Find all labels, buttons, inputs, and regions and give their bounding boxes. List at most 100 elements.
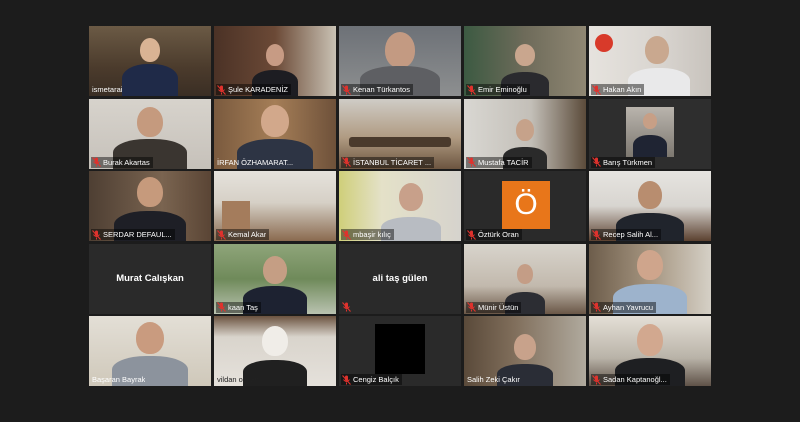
conference-table xyxy=(349,136,451,147)
participant-label: Recep Salih Al... xyxy=(591,229,662,240)
participant-name: SERDAR DEFAUL... xyxy=(103,230,172,239)
video-tile[interactable]: Barış Türkmen xyxy=(589,98,711,169)
video-tile[interactable]: Münir Üstün xyxy=(464,243,586,314)
video-tile[interactable]: ali taş gülen xyxy=(339,243,461,314)
participant-name: Kenan Türkantos xyxy=(353,85,410,94)
logo-icon xyxy=(595,34,613,52)
video-tile[interactable]: Burak Akartas xyxy=(89,98,211,169)
participant-name: kaan Taş xyxy=(228,302,258,312)
muted-mic-icon xyxy=(467,229,476,240)
participant-label: Kemal Akar xyxy=(216,229,270,240)
participant-label: Şule KARADENİZ xyxy=(216,84,292,95)
curtain xyxy=(222,201,250,231)
muted-mic-icon xyxy=(342,84,351,95)
participant-label: Öztürk Oran xyxy=(466,229,522,240)
muted-mic-icon xyxy=(217,84,226,95)
participant-name: ismetarai xyxy=(92,85,123,94)
video-tile[interactable]: ismetarai xyxy=(89,26,211,96)
participant-name: Cengiz Balçık xyxy=(353,375,399,384)
participant-label: mbaşir kılıç xyxy=(341,229,394,240)
participant-video xyxy=(514,334,536,360)
participant-video xyxy=(638,181,662,209)
participant-name: Kemal Akar xyxy=(228,230,267,239)
video-tile[interactable]: mbaşir kılıç xyxy=(339,171,461,241)
participant-name: Salih Zeki Çakır xyxy=(467,375,520,384)
video-tile[interactable]: Kemal Akar xyxy=(214,171,336,241)
participant-name: Burak Akartas xyxy=(103,157,150,167)
participant-label: İSTANBUL TİCARET ... xyxy=(341,156,435,168)
participant-video-body xyxy=(122,64,178,96)
participant-label: Hakan Akın xyxy=(591,84,645,95)
video-tile-active-speaker[interactable]: İRFAN ÖZHAMARAT... xyxy=(214,98,336,169)
video-tile[interactable]: vildan ozcan xyxy=(214,316,336,386)
muted-mic-icon xyxy=(217,302,226,312)
participant-label: Burak Akartas xyxy=(91,156,153,168)
participant-label xyxy=(341,302,354,313)
participant-video xyxy=(266,44,284,66)
participant-label: SERDAR DEFAUL... xyxy=(91,229,175,240)
video-tile[interactable]: Başaran Bayrak xyxy=(89,316,211,386)
video-tile[interactable]: Salih Zeki Çakır xyxy=(464,316,586,386)
video-tile[interactable]: kaan Taş xyxy=(214,243,336,314)
muted-mic-icon xyxy=(467,84,476,95)
participant-video xyxy=(637,324,663,356)
video-tile[interactable]: SERDAR DEFAUL... xyxy=(89,171,211,241)
video-tile[interactable]: Murat Calışkan xyxy=(89,243,211,314)
participant-video xyxy=(263,255,287,284)
participant-label: ismetarai xyxy=(91,84,125,95)
video-tile[interactable]: Hakan Akın xyxy=(589,26,711,96)
participant-label: Cengiz Balçık xyxy=(341,374,402,385)
muted-mic-icon xyxy=(592,84,601,95)
video-tile[interactable]: Emir Eminoğlu xyxy=(464,26,586,96)
participant-video xyxy=(626,106,674,157)
participant-name: Recep Salih Al... xyxy=(603,230,659,239)
video-tile[interactable]: Kenan Türkantos xyxy=(339,26,461,96)
participant-label: Ayhan Yavrucu xyxy=(591,301,657,313)
participant-name: İRFAN ÖZHAMARAT... xyxy=(217,157,294,167)
participant-name: Münir Üstün xyxy=(478,302,519,312)
participant-label: Sadan Kaptanoğl... xyxy=(591,374,670,385)
video-tile[interactable]: Cengiz Balçık xyxy=(339,316,461,386)
video-tile[interactable]: Mustafa TACİR xyxy=(464,98,586,169)
participant-name: Başaran Bayrak xyxy=(92,375,146,384)
video-tile[interactable]: Sadan Kaptanoğl... xyxy=(589,316,711,386)
participant-video xyxy=(136,322,164,354)
participant-name: Mustafa TACİR xyxy=(478,157,529,167)
muted-mic-icon xyxy=(92,229,101,240)
participant-video xyxy=(137,106,163,137)
video-tile[interactable]: Recep Salih Al... xyxy=(589,171,711,241)
video-off-placeholder xyxy=(375,324,425,374)
participant-video xyxy=(385,32,415,68)
video-gallery: ismetarai Şule KARADENİZ Kenan Türkantos… xyxy=(89,26,713,386)
participant-display-name: Murat Calışkan xyxy=(116,273,184,284)
participant-video xyxy=(137,177,163,207)
muted-mic-icon xyxy=(342,302,351,312)
muted-mic-icon xyxy=(592,302,601,312)
video-tile[interactable]: Ayhan Yavrucu xyxy=(589,243,711,314)
participant-label: Münir Üstün xyxy=(466,301,522,313)
participant-name: Barış Türkmen xyxy=(603,157,653,167)
muted-mic-icon xyxy=(342,374,351,385)
avatar-letter: Ö xyxy=(514,188,538,221)
participant-display-name: ali taş gülen xyxy=(372,273,428,284)
participant-name: İSTANBUL TİCARET ... xyxy=(353,157,432,167)
participant-name: vildan ozcan xyxy=(217,375,259,384)
participant-name: Öztürk Oran xyxy=(478,230,519,239)
video-tile[interactable]: İSTANBUL TİCARET ... xyxy=(339,98,461,169)
participant-label: İRFAN ÖZHAMARAT... xyxy=(216,157,296,168)
video-tile[interactable]: Şule KARADENİZ xyxy=(214,26,336,96)
participant-video xyxy=(517,263,533,284)
muted-mic-icon xyxy=(592,157,601,167)
participant-video xyxy=(261,104,289,137)
participant-video xyxy=(515,44,535,66)
participant-name: Hakan Akın xyxy=(603,85,642,94)
participant-name: Ayhan Yavrucu xyxy=(603,302,654,312)
participant-label: Kenan Türkantos xyxy=(341,84,413,95)
muted-mic-icon xyxy=(342,229,351,240)
participant-name: Emir Eminoğlu xyxy=(478,85,527,94)
muted-mic-icon xyxy=(217,229,226,240)
participant-video xyxy=(399,183,423,211)
participant-label: Emir Eminoğlu xyxy=(466,84,530,95)
video-tile[interactable]: Ö Öztürk Oran xyxy=(464,171,586,241)
participant-video xyxy=(516,118,534,141)
